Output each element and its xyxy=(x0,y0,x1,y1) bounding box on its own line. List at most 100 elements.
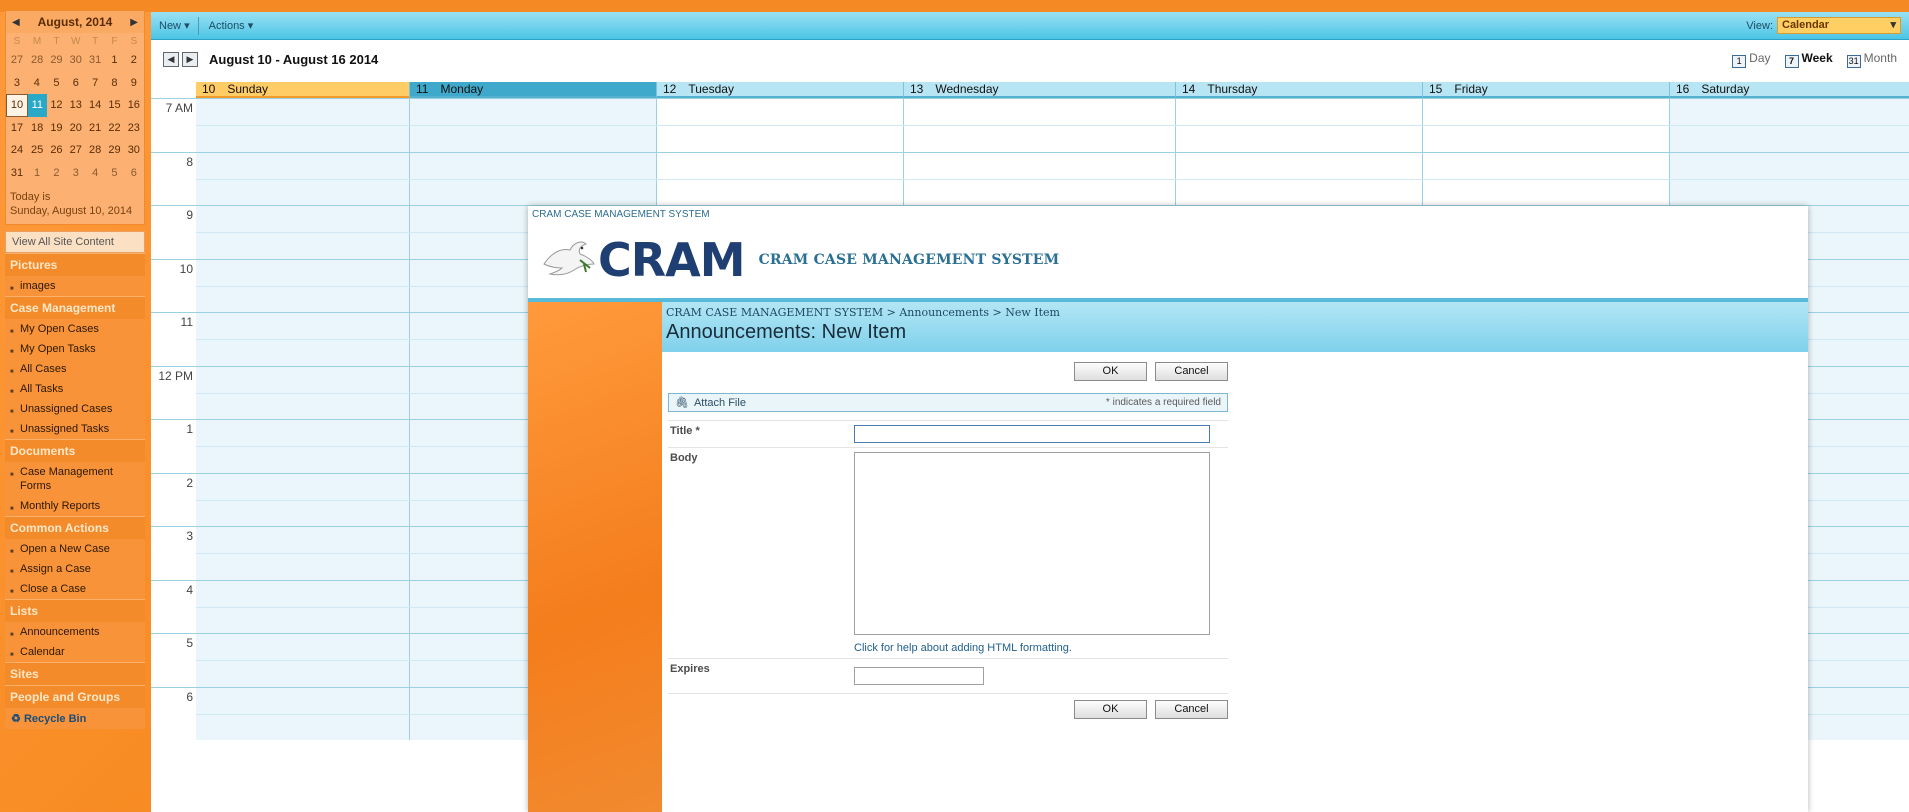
view-all-site-content-link[interactable]: View All Site Content xyxy=(5,231,145,253)
mini-calendar-day[interactable]: 4 xyxy=(27,72,46,95)
recycle-bin-link[interactable]: ♻ Recycle Bin xyxy=(5,708,145,729)
ok-button[interactable]: OK xyxy=(1074,362,1147,381)
mini-calendar-day[interactable]: 1 xyxy=(27,162,46,185)
mini-calendar-day[interactable]: 22 xyxy=(105,117,124,140)
mini-calendar-day[interactable]: 31 xyxy=(85,49,104,72)
nav-item[interactable]: Calendar xyxy=(5,642,145,662)
view-label: View: xyxy=(1746,19,1773,32)
nav-heading[interactable]: Pictures xyxy=(5,253,145,276)
day-header[interactable]: 11 Monday xyxy=(410,82,657,98)
mini-calendar-day[interactable]: 27 xyxy=(7,49,28,72)
prev-week-button[interactable]: ◀ xyxy=(163,51,179,67)
nav-item[interactable]: Case Management Forms xyxy=(5,462,145,496)
nav-item[interactable]: Open a New Case xyxy=(5,539,145,559)
mini-calendar-day[interactable]: 9 xyxy=(124,72,143,95)
nav-heading[interactable]: Documents xyxy=(5,439,145,462)
mini-calendar-day[interactable]: 6 xyxy=(124,162,143,185)
day-header[interactable]: 16 Saturday xyxy=(1670,82,1909,98)
nav-heading[interactable]: Sites xyxy=(5,662,145,685)
day-header[interactable]: 14 Thursday xyxy=(1176,82,1423,98)
mini-calendar-day[interactable]: 10 xyxy=(6,93,28,117)
mini-calendar-day[interactable]: 21 xyxy=(85,117,104,140)
mini-calendar-day[interactable]: 20 xyxy=(66,117,85,140)
actions-menu-button[interactable]: Actions ▾ xyxy=(209,19,254,32)
mini-calendar-day[interactable]: 24 xyxy=(7,139,28,162)
cancel-button[interactable]: Cancel xyxy=(1155,700,1228,719)
mini-calendar-day[interactable]: 3 xyxy=(7,72,28,95)
attach-file-link[interactable]: Attach File xyxy=(694,397,746,409)
day-header[interactable]: 10 Sunday xyxy=(196,82,410,98)
ok-button[interactable]: OK xyxy=(1074,700,1147,719)
mini-calendar-day[interactable]: 26 xyxy=(47,139,66,162)
mini-calendar-day[interactable]: 17 xyxy=(7,117,28,140)
mini-calendar-day[interactable]: 2 xyxy=(124,49,143,72)
mini-calendar-day[interactable]: 29 xyxy=(47,49,66,72)
mini-calendar-day[interactable]: 16 xyxy=(124,94,143,117)
mini-calendar-day[interactable]: 7 xyxy=(85,72,104,95)
breadcrumb[interactable]: CRAM CASE MANAGEMENT SYSTEM > Announceme… xyxy=(666,306,1804,319)
paperclip-icon: 🖇 xyxy=(675,397,689,409)
week-view-button[interactable]: 7 Week xyxy=(1784,51,1833,68)
mini-calendar-day[interactable]: 6 xyxy=(66,72,85,95)
nav-item[interactable]: My Open Cases xyxy=(5,319,145,339)
day-header[interactable]: 12 Tuesday xyxy=(657,82,904,98)
next-week-button[interactable]: ▶ xyxy=(182,51,198,67)
title-field[interactable] xyxy=(854,425,1210,443)
nav-item[interactable]: images xyxy=(5,276,145,296)
mini-calendar-day[interactable]: 28 xyxy=(85,139,104,162)
new-menu-button[interactable]: New ▾ xyxy=(159,19,190,32)
today-date[interactable]: Sunday, August 10, 2014 xyxy=(10,204,140,218)
month-view-button[interactable]: 31 Month xyxy=(1846,51,1897,68)
mini-calendar-day[interactable]: 13 xyxy=(66,94,85,117)
mini-calendar-day[interactable]: 12 xyxy=(47,94,66,117)
mini-calendar-day[interactable]: 11 xyxy=(27,94,47,117)
html-help-link[interactable]: Click for help about adding HTML formatt… xyxy=(854,642,1210,654)
cancel-button[interactable]: Cancel xyxy=(1155,362,1228,381)
nav-item[interactable]: Monthly Reports xyxy=(5,496,145,516)
nav-heading[interactable]: Case Management xyxy=(5,296,145,319)
today-indicator: Today is Sunday, August 10, 2014 xyxy=(6,184,144,224)
view-select[interactable]: Calendar xyxy=(1777,17,1901,34)
nav-heading[interactable]: People and Groups xyxy=(5,685,145,708)
mini-calendar-day[interactable]: 1 xyxy=(105,49,124,72)
mini-calendar-day[interactable]: 4 xyxy=(85,162,104,185)
mini-calendar-day[interactable]: 25 xyxy=(27,139,46,162)
day-header[interactable]: 13 Wednesday xyxy=(904,82,1176,98)
mini-calendar-day[interactable]: 23 xyxy=(124,117,143,140)
day-name: Monday xyxy=(440,82,484,96)
mini-calendar-day[interactable]: 28 xyxy=(27,49,46,72)
mini-calendar-day[interactable]: 5 xyxy=(105,162,124,185)
nav-heading[interactable]: Lists xyxy=(5,599,145,622)
mini-calendar-day[interactable]: 3 xyxy=(66,162,85,185)
nav-item[interactable]: My Open Tasks xyxy=(5,339,145,359)
mini-calendar-day[interactable]: 27 xyxy=(66,139,85,162)
expires-field[interactable] xyxy=(854,667,984,685)
mini-calendar-day[interactable]: 8 xyxy=(105,72,124,95)
mini-calendar-day[interactable]: 31 xyxy=(7,162,28,185)
day-header[interactable]: 15 Friday xyxy=(1423,82,1670,98)
nav-item[interactable]: Assign a Case xyxy=(5,559,145,579)
mini-calendar-day[interactable]: 30 xyxy=(124,139,143,162)
prev-month-icon[interactable]: ◀ xyxy=(12,17,20,28)
day-name: Saturday xyxy=(1701,82,1750,96)
nav-item[interactable]: Unassigned Tasks xyxy=(5,419,145,439)
nav-item[interactable]: Announcements xyxy=(5,622,145,642)
mini-calendar-day[interactable]: 15 xyxy=(105,94,124,117)
site-title[interactable]: CRAM CASE MANAGEMENT SYSTEM xyxy=(759,252,1060,268)
nav-heading[interactable]: Common Actions xyxy=(5,516,145,539)
nav-item[interactable]: All Cases xyxy=(5,359,145,379)
mini-calendar-day[interactable]: 19 xyxy=(47,117,66,140)
mini-calendar-day[interactable]: 29 xyxy=(105,139,124,162)
calendar-date-range: August 10 - August 16 2014 xyxy=(209,51,379,67)
mini-calendar-day[interactable]: 5 xyxy=(47,72,66,95)
mini-calendar-day[interactable]: 30 xyxy=(66,49,85,72)
nav-item[interactable]: All Tasks xyxy=(5,379,145,399)
body-field[interactable] xyxy=(854,452,1210,635)
mini-calendar-day[interactable]: 14 xyxy=(85,94,104,117)
nav-item[interactable]: Close a Case xyxy=(5,579,145,599)
next-month-icon[interactable]: ▶ xyxy=(130,17,138,28)
nav-item[interactable]: Unassigned Cases xyxy=(5,399,145,419)
mini-calendar-day[interactable]: 2 xyxy=(47,162,66,185)
mini-calendar-day[interactable]: 18 xyxy=(27,117,46,140)
day-view-button[interactable]: 1 Day xyxy=(1732,51,1771,68)
